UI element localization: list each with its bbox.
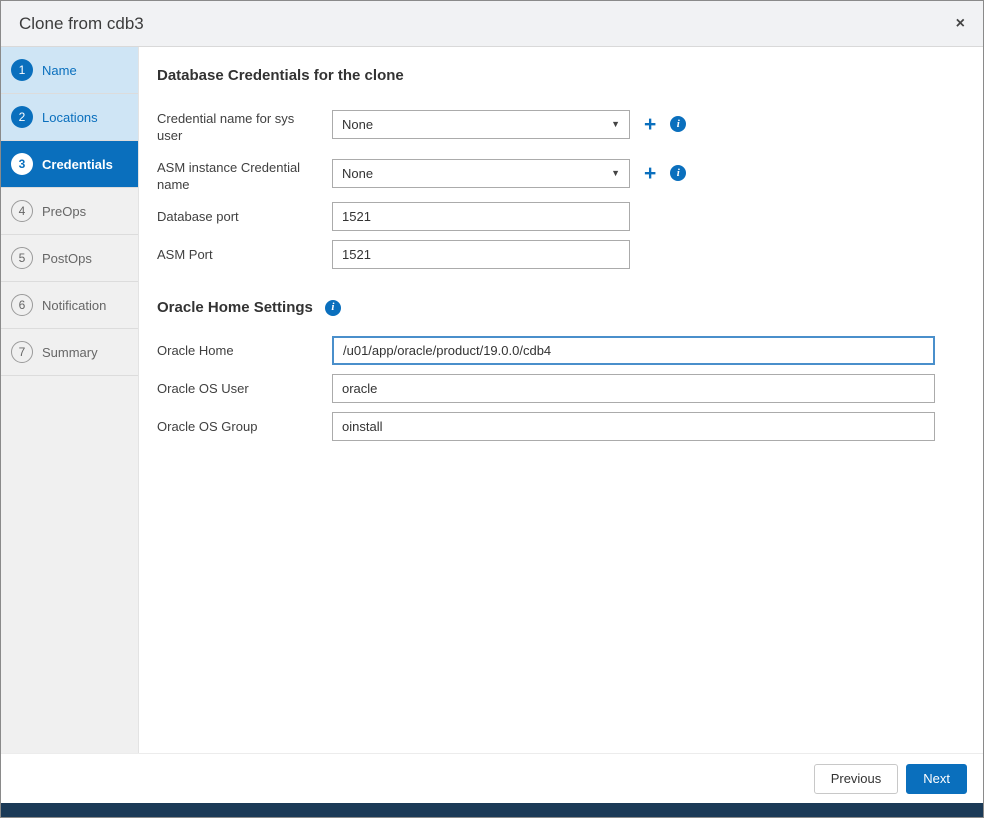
section-title-text: Oracle Home Settings bbox=[157, 299, 313, 316]
wizard-sidebar: 1 Name 2 Locations 3 Credentials 4 PreOp… bbox=[1, 47, 139, 753]
previous-button[interactable]: Previous bbox=[814, 764, 899, 794]
sidebar-step-credentials[interactable]: 3 Credentials bbox=[1, 141, 138, 188]
step-label: Notification bbox=[42, 298, 106, 313]
form-row-database-port: Database port bbox=[157, 202, 959, 231]
database-port-input[interactable] bbox=[332, 202, 630, 231]
step-number: 1 bbox=[11, 59, 33, 81]
clone-dialog: Clone from cdb3 × 1 Name 2 Locations 3 C… bbox=[0, 0, 984, 818]
step-number: 5 bbox=[11, 247, 33, 269]
titlebar: Clone from cdb3 × bbox=[1, 1, 983, 47]
sidebar-step-postops[interactable]: 5 PostOps bbox=[1, 235, 138, 282]
step-number: 6 bbox=[11, 294, 33, 316]
field-label: Credential name for sys user bbox=[157, 104, 332, 144]
window-bottom-strip bbox=[1, 803, 983, 817]
credential-sys-select[interactable]: None ▼ bbox=[332, 110, 630, 139]
sidebar-step-name[interactable]: 1 Name bbox=[1, 47, 138, 94]
step-number: 4 bbox=[11, 200, 33, 222]
step-number: 3 bbox=[11, 153, 33, 175]
sidebar-step-notification[interactable]: 6 Notification bbox=[1, 282, 138, 329]
asm-port-input[interactable] bbox=[332, 240, 630, 269]
field-label: Oracle Home bbox=[157, 336, 332, 365]
field-label: Oracle OS Group bbox=[157, 412, 332, 441]
section-title-oracle-home: Oracle Home Settings i bbox=[157, 299, 959, 316]
close-icon[interactable]: × bbox=[956, 16, 965, 32]
info-icon-sys-credential[interactable]: i bbox=[670, 116, 686, 132]
credential-asm-select[interactable]: None ▼ bbox=[332, 159, 630, 188]
select-value: None bbox=[342, 117, 373, 132]
main-content: Database Credentials for the clone Crede… bbox=[139, 47, 983, 753]
dialog-footer: Previous Next bbox=[1, 753, 983, 803]
sidebar-step-summary[interactable]: 7 Summary bbox=[1, 329, 138, 376]
section-title-text: Database Credentials for the clone bbox=[157, 67, 404, 84]
form-row-oracle-os-group: Oracle OS Group bbox=[157, 412, 959, 441]
sidebar-step-preops[interactable]: 4 PreOps bbox=[1, 188, 138, 235]
info-icon-asm-credential[interactable]: i bbox=[670, 165, 686, 181]
sidebar-step-locations[interactable]: 2 Locations bbox=[1, 94, 138, 141]
field-label: ASM Port bbox=[157, 240, 332, 269]
step-number: 2 bbox=[11, 106, 33, 128]
step-label: Name bbox=[42, 63, 77, 78]
oracle-os-group-input[interactable] bbox=[332, 412, 935, 441]
chevron-down-icon: ▼ bbox=[611, 119, 620, 129]
field-label: Oracle OS User bbox=[157, 374, 332, 403]
section-title-credentials: Database Credentials for the clone bbox=[157, 67, 959, 84]
chevron-down-icon: ▼ bbox=[611, 168, 620, 178]
step-label: Credentials bbox=[42, 157, 113, 172]
add-sys-credential-icon[interactable]: + bbox=[644, 114, 656, 135]
oracle-os-user-input[interactable] bbox=[332, 374, 935, 403]
field-label: ASM instance Credential name bbox=[157, 153, 332, 193]
page-title: Clone from cdb3 bbox=[19, 14, 144, 34]
form-row-oracle-home: Oracle Home bbox=[157, 336, 959, 365]
form-row-sys-credential: Credential name for sys user None ▼ + i bbox=[157, 104, 959, 144]
form-row-oracle-os-user: Oracle OS User bbox=[157, 374, 959, 403]
next-button[interactable]: Next bbox=[906, 764, 967, 794]
step-number: 7 bbox=[11, 341, 33, 363]
field-label: Database port bbox=[157, 202, 332, 231]
oracle-home-input[interactable] bbox=[332, 336, 935, 365]
info-icon-oracle-home[interactable]: i bbox=[325, 300, 341, 316]
form-row-asm-port: ASM Port bbox=[157, 240, 959, 269]
dialog-body: 1 Name 2 Locations 3 Credentials 4 PreOp… bbox=[1, 47, 983, 753]
step-label: Locations bbox=[42, 110, 98, 125]
add-asm-credential-icon[interactable]: + bbox=[644, 163, 656, 184]
select-value: None bbox=[342, 166, 373, 181]
step-label: Summary bbox=[42, 345, 98, 360]
step-label: PreOps bbox=[42, 204, 86, 219]
step-label: PostOps bbox=[42, 251, 92, 266]
form-row-asm-credential: ASM instance Credential name None ▼ + i bbox=[157, 153, 959, 193]
